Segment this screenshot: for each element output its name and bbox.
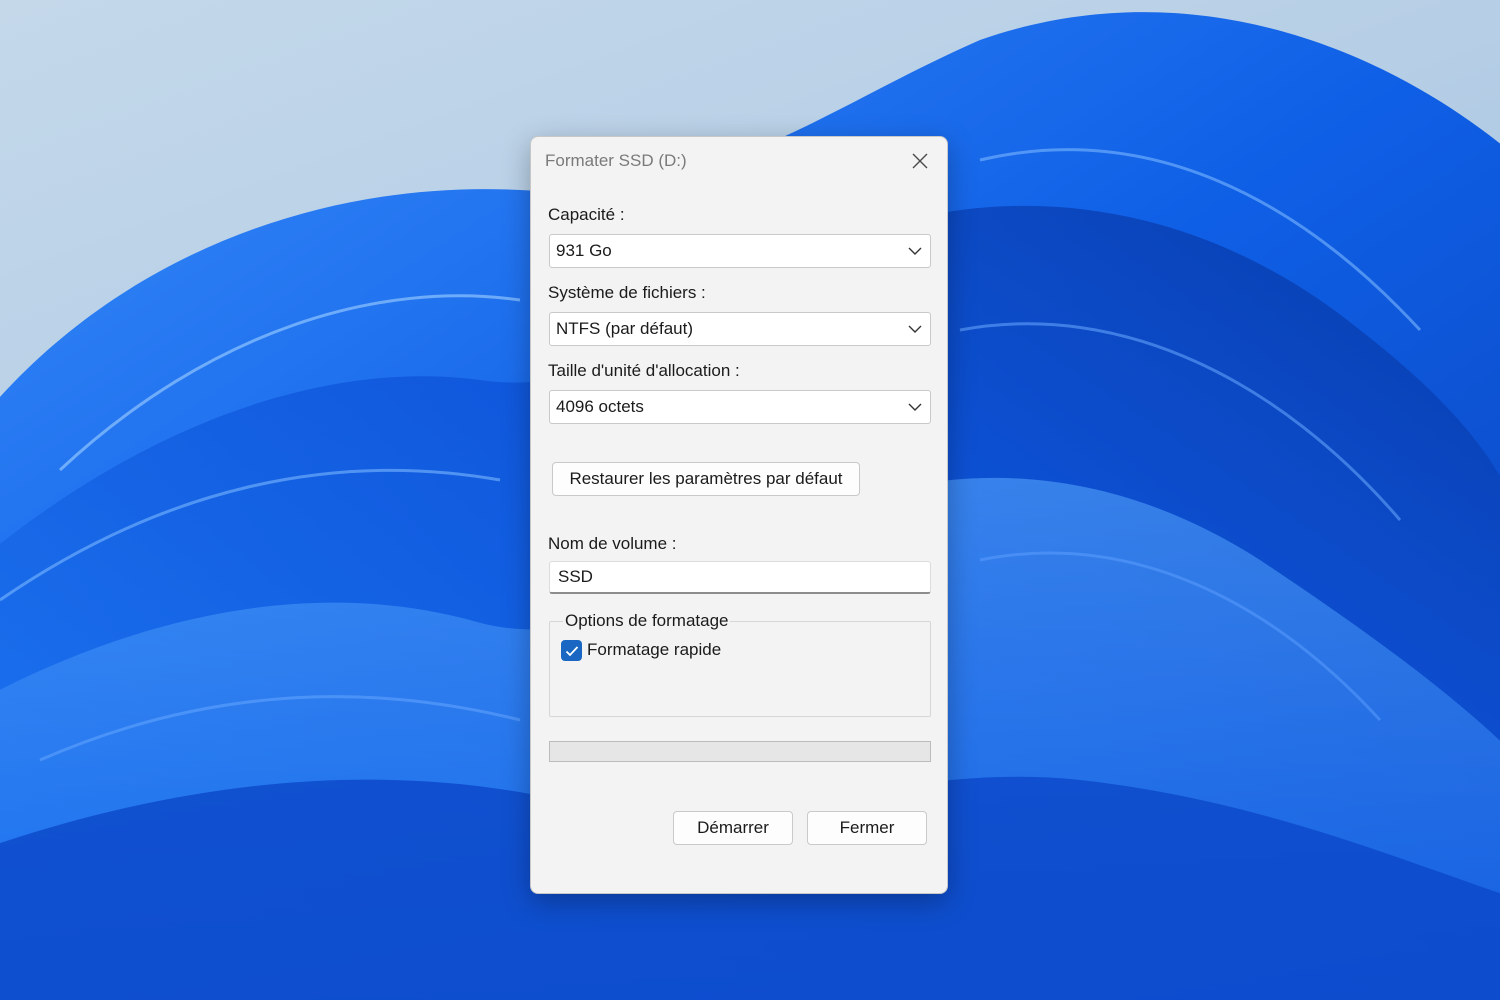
quick-format-label[interactable]: Formatage rapide <box>587 640 721 660</box>
close-icon <box>912 153 928 169</box>
file-system-label: Système de fichiers : <box>548 283 706 302</box>
capacity-label: Capacité : <box>548 205 625 224</box>
dialog-titlebar[interactable]: Formater SSD (D:) <box>531 137 947 185</box>
allocation-size-label: Taille d'unité d'allocation : <box>548 361 740 380</box>
format-progress-bar <box>549 741 931 762</box>
start-button[interactable]: Démarrer <box>673 811 793 845</box>
format-dialog: Formater SSD (D:) Capacité : 931 Go Syst… <box>530 136 948 894</box>
checkmark-icon <box>565 645 578 656</box>
allocation-size-value: 4096 octets <box>556 397 644 416</box>
chevron-down-icon <box>908 403 922 411</box>
dialog-title: Formater SSD (D:) <box>545 151 687 170</box>
allocation-size-select[interactable]: 4096 octets <box>549 390 931 424</box>
capacity-select[interactable]: 931 Go <box>549 234 931 268</box>
chevron-down-icon <box>908 325 922 333</box>
close-button[interactable] <box>903 145 937 177</box>
file-system-select[interactable]: NTFS (par défaut) <box>549 312 931 346</box>
close-dialog-button[interactable]: Fermer <box>807 811 927 845</box>
format-options-legend: Options de formatage <box>563 611 731 631</box>
restore-defaults-button[interactable]: Restaurer les paramètres par défaut <box>552 462 860 496</box>
capacity-value: 931 Go <box>556 241 612 260</box>
chevron-down-icon <box>908 247 922 255</box>
format-options-group <box>549 621 931 717</box>
file-system-value: NTFS (par défaut) <box>556 319 693 338</box>
volume-name-value: SSD <box>558 567 593 586</box>
volume-name-label: Nom de volume : <box>548 534 677 553</box>
volume-name-input[interactable]: SSD <box>549 561 931 594</box>
quick-format-checkbox[interactable] <box>561 640 582 661</box>
